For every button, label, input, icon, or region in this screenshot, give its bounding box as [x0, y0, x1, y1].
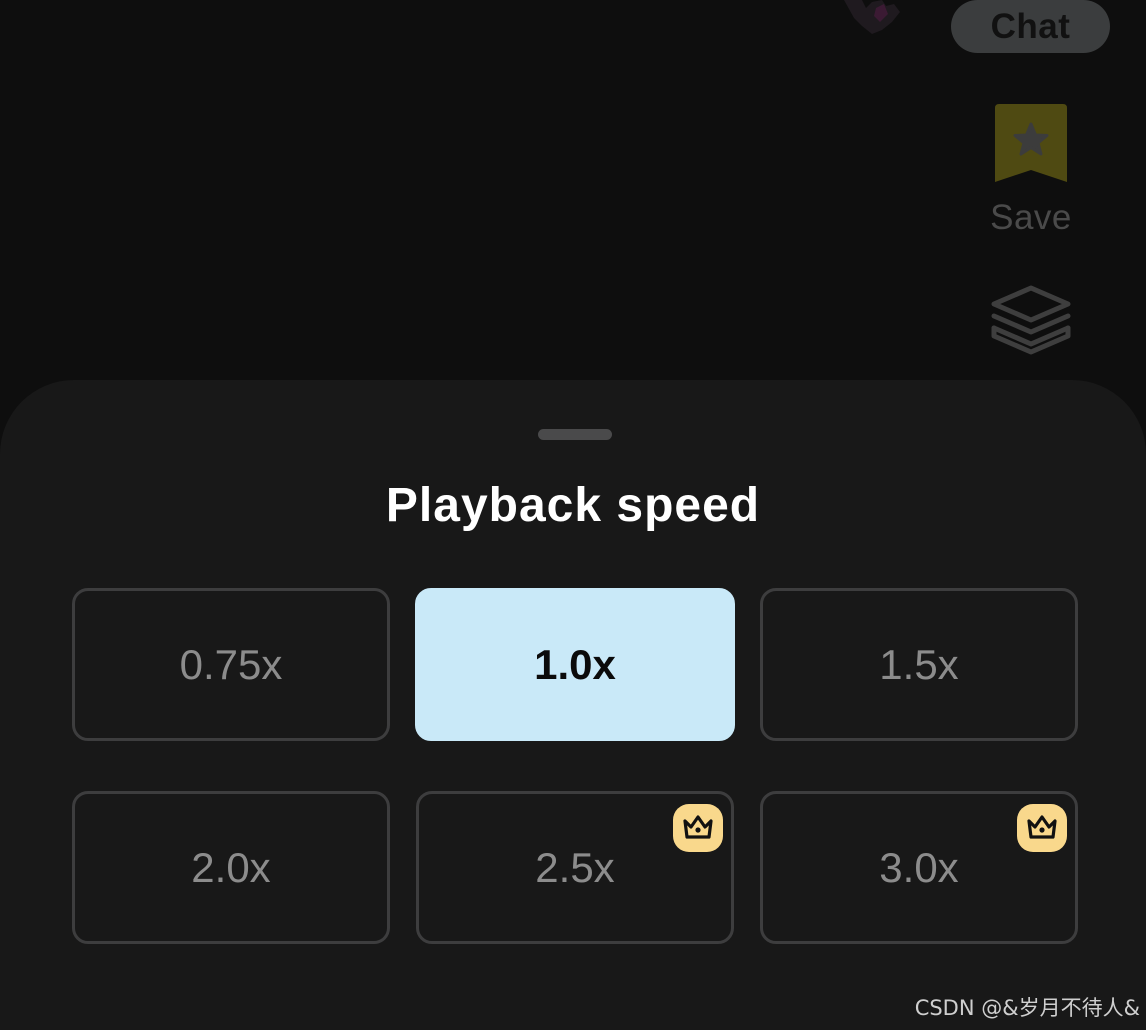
premium-badge	[673, 804, 723, 852]
save-button[interactable]: Save	[985, 104, 1077, 238]
speed-option-label: 0.75x	[179, 640, 283, 688]
crown-icon	[1027, 815, 1057, 839]
speed-option-2.5x[interactable]: 2.5x	[416, 791, 734, 944]
speed-option-3.0x[interactable]: 3.0x	[760, 791, 1078, 944]
speed-option-label: 1.0x	[534, 640, 616, 688]
crown-icon	[683, 815, 713, 839]
creator-avatar[interactable]	[842, 0, 902, 36]
premium-badge	[1017, 804, 1067, 852]
speed-option-2.0x[interactable]: 2.0x	[72, 791, 390, 944]
app-screen: Chat Save Playback speed 0.75x 1.0x 1.5x	[0, 0, 1146, 1030]
speed-option-label: 2.5x	[535, 843, 615, 891]
speed-option-1.5x[interactable]: 1.5x	[760, 588, 1078, 741]
speed-option-label: 2.0x	[191, 843, 271, 891]
speed-option-1.0x[interactable]: 1.0x	[415, 588, 735, 741]
save-label: Save	[990, 198, 1072, 237]
speed-option-0.75x[interactable]: 0.75x	[72, 588, 390, 741]
layers-icon[interactable]	[990, 284, 1072, 356]
chat-button-label: Chat	[990, 6, 1071, 46]
chat-button[interactable]: Chat	[951, 0, 1110, 53]
sheet-drag-handle[interactable]	[538, 429, 612, 440]
playback-speed-sheet: Playback speed 0.75x 1.0x 1.5x 2.0x 2.5x…	[0, 380, 1146, 1030]
speed-option-label: 3.0x	[879, 843, 959, 891]
sheet-title: Playback speed	[385, 479, 761, 532]
bookmark-star-icon	[995, 104, 1067, 182]
watermark: CSDN @&岁月不待人&	[914, 996, 1140, 1020]
speed-option-label: 1.5x	[879, 640, 959, 688]
